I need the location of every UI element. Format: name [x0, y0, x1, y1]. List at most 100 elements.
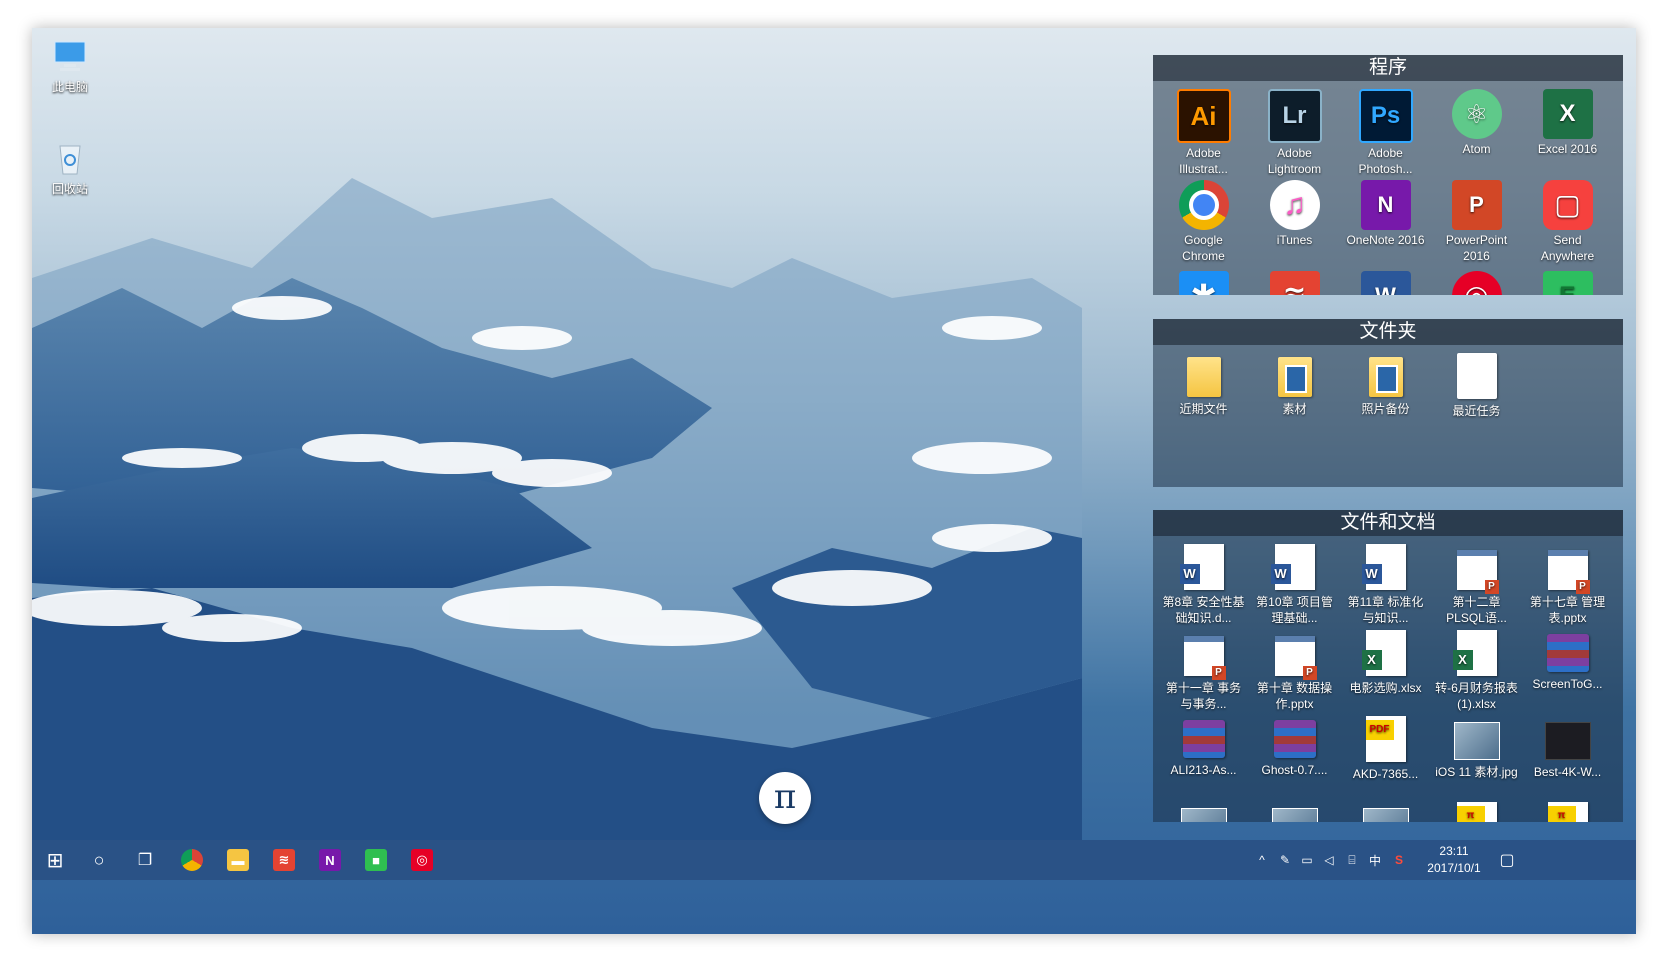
pi-launcher-button[interactable]: π	[759, 772, 811, 824]
taskbar-app-chrome[interactable]	[169, 840, 215, 880]
ps-icon: Ps	[1358, 89, 1413, 143]
document-file[interactable]: W 第8章 安全性基础知识.d...	[1158, 540, 1249, 626]
folder-label: 近期文件	[1179, 402, 1228, 416]
program-shortcut-item-11[interactable]: ≋	[1249, 267, 1340, 295]
pen-icon: ✎	[1279, 853, 1291, 867]
excel-file-icon: X	[1361, 630, 1406, 676]
documents-grid: W 第8章 安全性基础知识.d... W 第10章 项目管理基础... W 第11章 标准…	[1153, 536, 1623, 822]
program-shortcut-onenote-2016[interactable]: N OneNote 2016	[1340, 176, 1431, 267]
chevron-up-icon: ^	[1259, 853, 1265, 867]
folder-shortcut[interactable]: 近期文件	[1158, 349, 1249, 429]
taskbar-app-green-app[interactable]: ■	[353, 840, 399, 880]
file-type-badge: P	[1211, 666, 1226, 680]
task-view-button[interactable]: ❐	[122, 840, 168, 880]
program-shortcut-item-14[interactable]: E	[1522, 267, 1613, 295]
file-type-badge: P	[1575, 580, 1590, 594]
fence-body: W 第8章 安全性基础知识.d... W 第10章 项目管理基础... W 第11章 标准…	[1153, 536, 1623, 822]
document-file[interactable]: W 第10章 项目管理基础...	[1249, 540, 1340, 626]
document-file[interactable]	[1158, 798, 1249, 822]
program-shortcut-adobe-photosh[interactable]: Ps Adobe Photosh...	[1340, 85, 1431, 176]
document-label: ALI213-As...	[1170, 763, 1237, 777]
windows-logo-icon: ⊞	[46, 849, 64, 872]
document-file[interactable]: Ghost-0.7....	[1249, 712, 1340, 798]
document-file[interactable]	[1340, 798, 1431, 822]
image-file-icon	[1180, 808, 1227, 822]
tray-network-button[interactable]: ⌸	[1341, 840, 1363, 880]
evernote-icon: E	[1542, 271, 1593, 295]
program-shortcut-item-13[interactable]: ◎	[1431, 267, 1522, 295]
taskbar-app-todoist[interactable]: ≋	[261, 840, 307, 880]
folder-shortcut[interactable]: 最近任务	[1431, 349, 1522, 429]
document-file[interactable]: P 第十一章 事务与事务...	[1158, 626, 1249, 712]
chrome-icon	[1178, 180, 1229, 230]
program-shortcut-excel-2016[interactable]: X Excel 2016	[1522, 85, 1613, 176]
desktop-screen: 此电脑 回收站 程序 Ai Adobe Illustrat... Lr Adobe L…	[32, 28, 1636, 934]
powerpoint-file-icon: P	[1547, 550, 1590, 594]
file-type-badge: PDF	[1365, 720, 1394, 740]
start-button[interactable]: ⊞	[32, 840, 78, 880]
volume-icon: ◁	[1324, 853, 1334, 867]
search-button[interactable]: ○	[76, 840, 122, 880]
shortcut-label: PowerPoint 2016	[1445, 233, 1508, 263]
desktop-icon-computer[interactable]: 此电脑	[34, 40, 106, 95]
archive-file-icon	[1182, 720, 1225, 758]
image-file-icon	[1362, 808, 1409, 822]
tray-overflow-button[interactable]: ^	[1252, 840, 1272, 880]
fence-title[interactable]: 程序	[1153, 55, 1623, 81]
program-shortcut-send-anywhere[interactable]: ▢ Send Anywhere	[1522, 176, 1613, 267]
shortcut-label: Adobe Photosh...	[1358, 146, 1413, 176]
excel-file-icon: X	[1452, 630, 1497, 676]
program-shortcut-atom[interactable]: ⚛ Atom	[1431, 85, 1522, 176]
document-file[interactable]: P 第十章 数据操作.pptx	[1249, 626, 1340, 712]
document-file[interactable]: π	[1431, 798, 1522, 822]
folder-shortcut[interactable]: 素材	[1249, 349, 1340, 429]
document-file[interactable]: P 第十七章 管理表.pptx	[1522, 540, 1613, 626]
fence-title[interactable]: 文件和文档	[1153, 510, 1623, 536]
document-file[interactable]: ScreenToG...	[1522, 626, 1613, 712]
document-file[interactable]	[1249, 798, 1340, 822]
document-label: 电影选购.xlsx	[1349, 681, 1422, 695]
folder-label: 最近任务	[1452, 404, 1501, 418]
program-shortcut-google-chrome[interactable]: Google Chrome	[1158, 176, 1249, 267]
tray-ime-button[interactable]: 中	[1365, 840, 1385, 880]
image-file-icon	[1453, 722, 1500, 760]
tray-app-button[interactable]: S	[1389, 840, 1409, 880]
folder-icon	[1456, 353, 1497, 399]
fence-title[interactable]: 文件夹	[1153, 319, 1623, 345]
desktop-icon-recycle-bin[interactable]: 回收站	[34, 140, 106, 197]
program-shortcut-adobe-lightroom[interactable]: Lr Adobe Lightroom	[1249, 85, 1340, 176]
document-file[interactable]: W 第11章 标准化与知识...	[1340, 540, 1431, 626]
document-file[interactable]: PDF AKD-7365...	[1340, 712, 1431, 798]
folder-label: 素材	[1282, 402, 1307, 416]
taskbar-clock[interactable]: 23:11 2017/10/1	[1412, 843, 1496, 877]
taskbar-app-onenote[interactable]: N	[307, 840, 353, 880]
shortcut-label: Send Anywhere	[1540, 233, 1595, 263]
clock-time: 23:11	[1439, 844, 1469, 858]
fence-body: 近期文件 素材 照片备份 最近任务	[1153, 345, 1623, 487]
tray-battery-button[interactable]: ▭	[1297, 840, 1317, 880]
document-file[interactable]: X 转-6月财务报表 (1).xlsx	[1431, 626, 1522, 712]
document-file[interactable]: Best-4K-W...	[1522, 712, 1613, 798]
action-center-button[interactable]: ▢	[1494, 840, 1520, 880]
document-file[interactable]: X 电影选购.xlsx	[1340, 626, 1431, 712]
document-file[interactable]: ALI213-As...	[1158, 712, 1249, 798]
program-shortcut-itunes[interactable]: ♫ iTunes	[1249, 176, 1340, 267]
document-file[interactable]: P 第十二章 PLSQL语...	[1431, 540, 1522, 626]
program-shortcut-item-10[interactable]: ✱	[1158, 267, 1249, 295]
program-shortcut-item-12[interactable]: W	[1340, 267, 1431, 295]
clock-date: 2017/10/1	[1427, 861, 1481, 875]
document-label: 第十一章 事务与事务...	[1165, 681, 1242, 711]
taskbar-app-netease-music[interactable]: ◎	[399, 840, 445, 880]
task-view-icon: ❐	[137, 852, 153, 869]
send-icon: ▢	[1542, 180, 1593, 230]
taskbar-app-file-explorer[interactable]: ▬	[215, 840, 261, 880]
desktop-icon-label: 此电脑	[51, 80, 88, 94]
document-file[interactable]: π	[1522, 798, 1613, 822]
tray-pen-button[interactable]: ✎	[1275, 840, 1295, 880]
document-file[interactable]: iOS 11 素材.jpg	[1431, 712, 1522, 798]
folder-shortcut[interactable]: 照片备份	[1340, 349, 1431, 429]
program-shortcut-adobe-illustrat[interactable]: Ai Adobe Illustrat...	[1158, 85, 1249, 176]
tray-volume-button[interactable]: ◁	[1319, 840, 1339, 880]
program-shortcut-powerpoint-2016[interactable]: P PowerPoint 2016	[1431, 176, 1522, 267]
ppt-icon: P	[1451, 180, 1502, 230]
